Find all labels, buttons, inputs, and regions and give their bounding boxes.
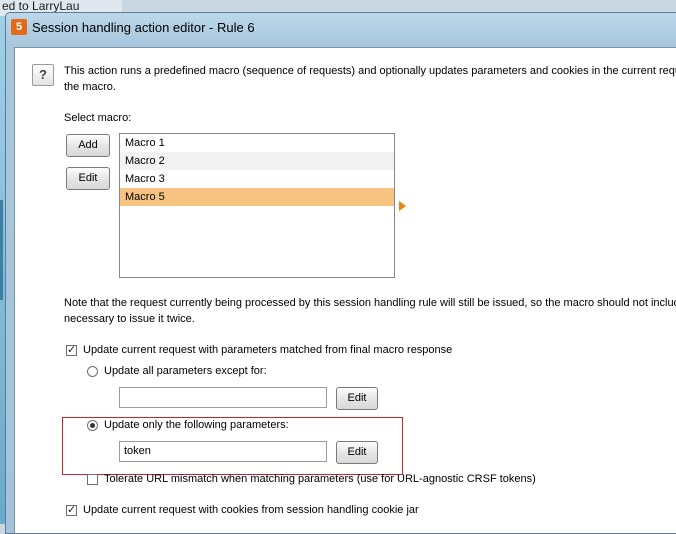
edit-following-parameters-button[interactable]: Edit bbox=[336, 441, 378, 464]
session-action-editor-window: 5 Session handling action editor - Rule … bbox=[5, 12, 676, 534]
except-parameters-field[interactable] bbox=[119, 387, 327, 408]
update-all-except-option[interactable]: Update all parameters except for: bbox=[87, 365, 267, 377]
description-line-1: This action runs a predefined macro (seq… bbox=[64, 65, 676, 77]
burp-app-icon: 5 bbox=[11, 19, 27, 35]
update-only-following-option[interactable]: Update only the following parameters: bbox=[87, 419, 289, 431]
add-macro-button[interactable]: Add bbox=[66, 134, 110, 157]
macro-list-item[interactable]: Macro 1 bbox=[120, 134, 394, 152]
select-macro-label: Select macro: bbox=[64, 112, 132, 124]
tolerate-url-mismatch-label: Tolerate URL mismatch when matching para… bbox=[104, 473, 536, 485]
macro-list[interactable]: Macro 1 Macro 2 Macro 3 Macro 5 bbox=[119, 133, 395, 278]
macro-list-item[interactable]: Macro 2 bbox=[120, 152, 394, 170]
following-parameters-field[interactable]: token bbox=[119, 441, 327, 462]
note-line-1: Note that the request currently being pr… bbox=[64, 297, 676, 309]
update-only-following-label: Update only the following parameters: bbox=[104, 419, 289, 431]
note-line-2: necessary to issue it twice. bbox=[64, 313, 195, 325]
background-window-accent bbox=[0, 200, 3, 300]
macro-note: Note that the request currently being pr… bbox=[64, 295, 676, 327]
update-params-checkbox[interactable] bbox=[66, 343, 77, 356]
tolerate-url-mismatch-option[interactable]: Tolerate URL mismatch when matching para… bbox=[87, 473, 536, 485]
update-only-following-radio[interactable] bbox=[87, 419, 98, 431]
description-line-2: the macro. bbox=[64, 81, 116, 93]
expand-arrow-icon[interactable] bbox=[399, 201, 406, 211]
update-cookies-label: Update current request with cookies from… bbox=[83, 504, 419, 516]
update-params-label: Update current request with parameters m… bbox=[83, 344, 453, 356]
update-all-except-label: Update all parameters except for: bbox=[104, 365, 267, 377]
tolerate-url-mismatch-checkbox[interactable] bbox=[87, 473, 98, 485]
update-cookies-option[interactable]: Update current request with cookies from… bbox=[66, 503, 419, 516]
help-icon[interactable]: ? bbox=[32, 64, 54, 86]
update-cookies-checkbox[interactable] bbox=[66, 503, 77, 516]
macro-list-item[interactable]: Macro 3 bbox=[120, 170, 394, 188]
action-description: This action runs a predefined macro (seq… bbox=[64, 63, 676, 95]
title-bar[interactable]: 5 Session handling action editor - Rule … bbox=[6, 13, 676, 43]
update-params-option[interactable]: Update current request with parameters m… bbox=[66, 343, 453, 356]
dialog-content: ? This action runs a predefined macro (s… bbox=[14, 47, 676, 533]
macro-list-item-selected[interactable]: Macro 5 bbox=[120, 188, 394, 206]
window-title: Session handling action editor - Rule 6 bbox=[32, 20, 255, 35]
edit-macro-button[interactable]: Edit bbox=[66, 167, 110, 190]
edit-except-parameters-button[interactable]: Edit bbox=[336, 387, 378, 410]
update-all-except-radio[interactable] bbox=[87, 365, 98, 377]
